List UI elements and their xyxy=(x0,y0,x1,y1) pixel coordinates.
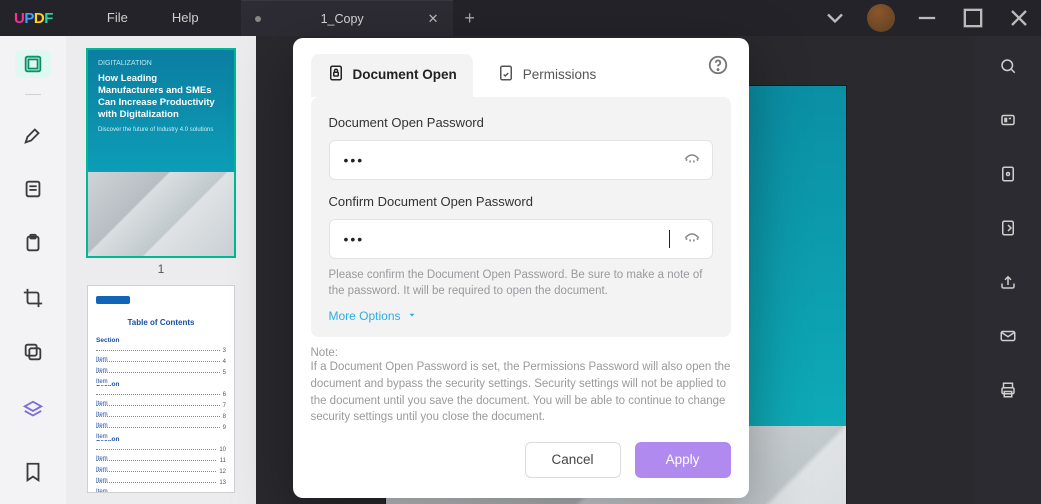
password-dialog: Document Open Permissions Document Open … xyxy=(293,38,749,498)
menu-help[interactable]: Help xyxy=(150,0,221,36)
tab-permissions[interactable]: Permissions xyxy=(481,54,613,97)
thumbnail-page-2[interactable]: Table of Contents Section Item3 Item4 It… xyxy=(88,286,234,492)
window-minimize-button[interactable] xyxy=(913,4,941,32)
highlighter-tool-icon[interactable] xyxy=(15,121,51,149)
layers-icon[interactable] xyxy=(15,392,51,428)
title-bar: UPDF File Help 1_Copy ✕ + xyxy=(0,0,1041,36)
logo-letter: P xyxy=(24,10,34,27)
eye-toggle-icon[interactable] xyxy=(682,148,702,173)
thumbnail-page-number: 1 xyxy=(88,262,234,276)
clipboard-tool-icon[interactable] xyxy=(15,229,51,257)
thumbnail-page-1[interactable]: DIGITALIZATION How Leading Manufacturers… xyxy=(88,50,234,276)
logo-letter: U xyxy=(14,10,24,27)
permissions-icon xyxy=(497,64,515,85)
thumb1-kicker: DIGITALIZATION xyxy=(98,60,224,67)
thumb2-title: Table of Contents xyxy=(96,318,226,327)
chevron-down-icon xyxy=(407,309,417,323)
upgrade-badge-icon[interactable] xyxy=(867,4,895,32)
bookmark-icon[interactable] xyxy=(15,454,51,490)
tab-close-icon[interactable]: ✕ xyxy=(424,11,443,27)
crop-tool-icon[interactable] xyxy=(15,284,51,312)
thumb1-sub: Discover the future of Industry 4.0 solu… xyxy=(98,127,224,133)
export-page-icon[interactable] xyxy=(996,216,1020,240)
mail-icon[interactable] xyxy=(996,324,1020,348)
thumb1-image xyxy=(88,172,234,256)
protect-icon[interactable] xyxy=(996,162,1020,186)
thumb1-heading: How Leading Manufacturers and SMEs Can I… xyxy=(98,73,224,121)
apply-button[interactable]: Apply xyxy=(635,442,731,478)
password-field-wrap xyxy=(329,140,713,180)
password-hint: Please confirm the Document Open Passwor… xyxy=(329,267,713,299)
more-options-label: More Options xyxy=(329,309,401,323)
menu-bar: File Help xyxy=(85,0,221,36)
ocr-icon[interactable] xyxy=(996,108,1020,132)
copy-tool-icon[interactable] xyxy=(15,338,51,366)
thumbnail-panel: DIGITALIZATION How Leading Manufacturers… xyxy=(66,36,256,504)
confirm-password-input[interactable] xyxy=(344,230,670,248)
share-icon[interactable] xyxy=(996,270,1020,294)
confirm-password-field-wrap xyxy=(329,219,713,259)
thumb2-toc-lines: Section Item3 Item4 Item5 Section Item6 … xyxy=(96,337,226,485)
window-close-button[interactable] xyxy=(1005,4,1033,32)
dropdown-icon[interactable] xyxy=(821,4,849,32)
password-label: Document Open Password xyxy=(329,115,713,130)
new-tab-button[interactable]: + xyxy=(453,8,487,29)
tab-label: Permissions xyxy=(523,67,597,82)
tab-document-open[interactable]: Document Open xyxy=(311,54,473,97)
password-input[interactable] xyxy=(344,152,670,168)
help-icon[interactable] xyxy=(707,54,729,76)
cancel-button[interactable]: Cancel xyxy=(525,442,621,478)
window-maximize-button[interactable] xyxy=(959,4,987,32)
left-toolbar xyxy=(0,36,66,504)
document-open-icon xyxy=(327,64,345,85)
tab-modified-indicator-icon xyxy=(255,16,261,22)
note-title: Note: xyxy=(311,347,731,359)
confirm-password-label: Confirm Document Open Password xyxy=(329,194,713,209)
thumbnails-tool-icon[interactable] xyxy=(15,50,51,78)
tab-title: 1_Copy xyxy=(281,12,404,26)
right-toolbar xyxy=(975,36,1041,504)
logo-letter: D xyxy=(34,10,44,27)
tab-label: Document Open xyxy=(353,67,457,82)
more-options-toggle[interactable]: More Options xyxy=(329,309,713,323)
search-icon[interactable] xyxy=(996,54,1020,78)
form-tool-icon[interactable] xyxy=(15,175,51,203)
document-tab[interactable]: 1_Copy ✕ xyxy=(241,0,453,36)
menu-file[interactable]: File xyxy=(85,0,150,36)
logo-letter: F xyxy=(44,10,53,27)
note-body: If a Document Open Password is set, the … xyxy=(311,359,731,426)
thumb2-logo-bar xyxy=(96,296,130,304)
eye-toggle-icon[interactable] xyxy=(682,227,702,252)
separator xyxy=(25,94,41,95)
app-logo: UPDF xyxy=(14,10,53,27)
print-icon[interactable] xyxy=(996,378,1020,402)
